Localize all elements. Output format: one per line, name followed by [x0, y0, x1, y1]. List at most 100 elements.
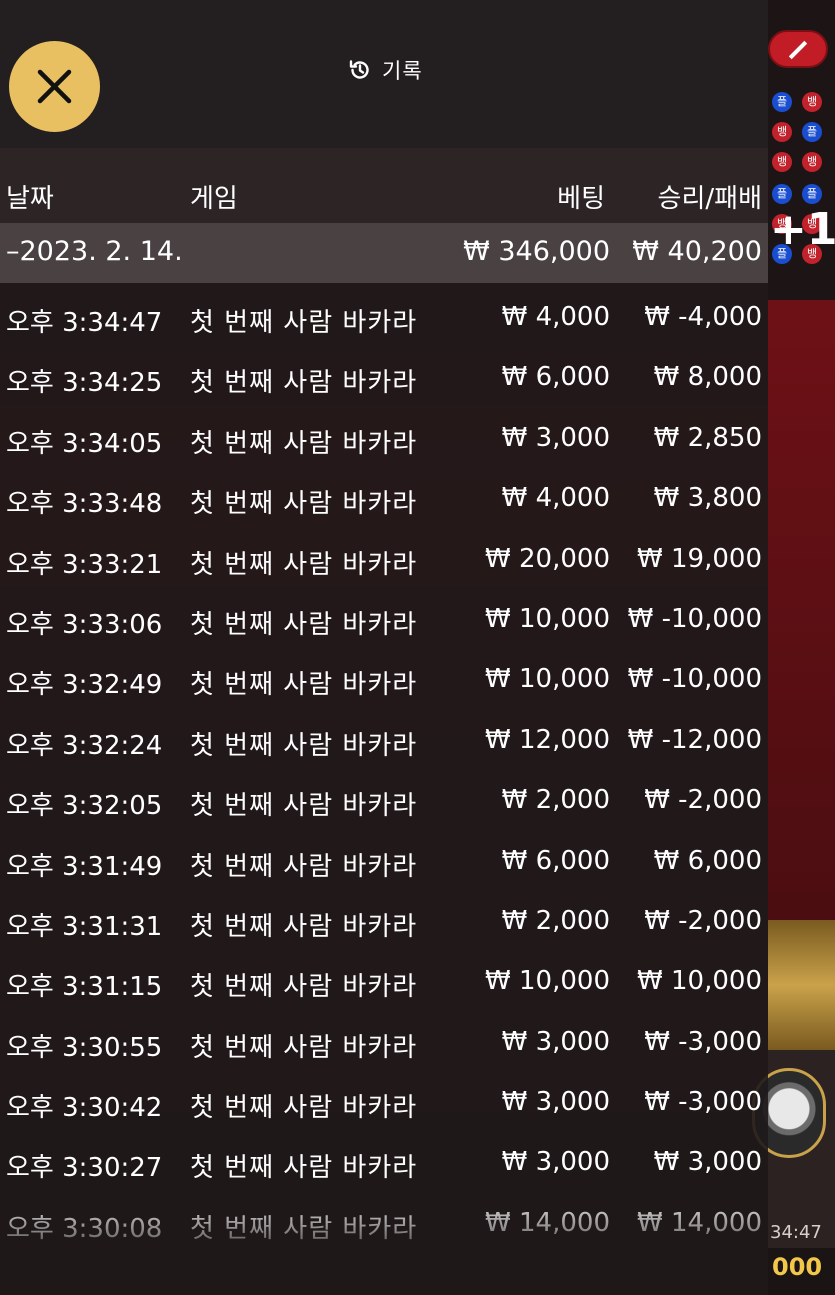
row-time: 오후 3:32:05	[6, 791, 163, 822]
table-row[interactable]: 오후 3:34:47 첫 번째 사람 바카라 ₩ 4,000 ₩ -4,000	[0, 289, 768, 349]
day-summary-win-loss: ₩ 40,200	[632, 236, 762, 267]
bead-road-dot: 플	[772, 184, 792, 204]
row-game: 첫 번째 사람 바카라	[190, 368, 418, 399]
row-time: 오후 3:33:21	[6, 549, 163, 580]
bead-road-dot: 뱅	[772, 122, 792, 142]
row-game: 첫 번째 사람 바카라	[190, 308, 418, 338]
game-clock: 34:47	[770, 1222, 822, 1243]
row-bet: ₩ 12,000	[485, 724, 610, 755]
table-row[interactable]: 오후 3:32:49 첫 번째 사람 바카라 ₩ 10,000 ₩ -10,000	[0, 651, 768, 711]
row-win-loss: ₩ -4,000	[644, 302, 762, 332]
row-win-loss: ₩ -10,000	[627, 603, 762, 634]
row-win-loss: ₩ 19,000	[637, 543, 762, 574]
row-time: 오후 3:32:24	[6, 730, 163, 761]
table-row[interactable]: 오후 3:33:21 첫 번째 사람 바카라 ₩ 20,000 ₩ 19,000	[0, 531, 768, 591]
row-game: 첫 번째 사람 바카라	[190, 791, 418, 822]
row-time: 오후 3:34:25	[6, 368, 163, 399]
history-title: 기록	[382, 59, 423, 83]
row-bet: ₩ 6,000	[501, 845, 610, 876]
row-game: 첫 번째 사람 바카라	[190, 549, 418, 580]
game-table-rail	[768, 920, 835, 1050]
day-summary-bet: ₩ 346,000	[463, 236, 610, 267]
row-bet: ₩ 4,000	[501, 483, 610, 514]
history-panel: 기록 날짜 게임 베팅 승리/패배 –2023. 2. 14. ₩ 346,00…	[0, 0, 768, 1295]
close-button[interactable]	[9, 41, 100, 132]
row-game: 첫 번째 사람 바카라	[190, 972, 418, 1003]
table-row[interactable]: 오후 3:32:24 첫 번째 사람 바카라 ₩ 12,000 ₩ -12,000	[0, 712, 768, 772]
row-time: 오후 3:30:08	[6, 1213, 163, 1244]
row-win-loss: ₩ -12,000	[627, 724, 762, 755]
row-bet: ₩ 3,000	[501, 1147, 610, 1178]
row-win-loss: ₩ -3,000	[644, 1026, 762, 1057]
history-list[interactable]: 오후 3:34:47 첫 번째 사람 바카라 ₩ 4,000 ₩ -4,000 오후 3…	[0, 289, 768, 1255]
bead-road-dot: 플	[802, 184, 822, 204]
row-game: 첫 번째 사람 바카라	[190, 851, 418, 882]
row-win-loss: ₩ 3,000	[653, 1147, 762, 1178]
row-game: 첫 번째 사람 바카라	[190, 1032, 418, 1063]
plus-badge: +1	[770, 204, 835, 255]
column-header-game: 게임	[190, 184, 238, 214]
table-row[interactable]: 오후 3:30:27 첫 번째 사람 바카라 ₩ 3,000 ₩ 3,000	[0, 1134, 768, 1194]
row-win-loss: ₩ -2,000	[644, 905, 762, 936]
row-time: 오후 3:30:55	[6, 1032, 163, 1063]
history-clock-icon	[349, 60, 369, 79]
red-toggle-button[interactable]	[768, 30, 828, 68]
bead-road-dot: 뱅	[772, 152, 792, 172]
column-header-date: 날짜	[6, 184, 54, 214]
table-header: 날짜 게임 베팅 승리/패배	[0, 148, 768, 223]
row-game: 첫 번째 사람 바카라	[190, 730, 418, 761]
bead-road-dot: 플	[802, 122, 822, 142]
row-game: 첫 번째 사람 바카라	[190, 1153, 418, 1184]
table-row[interactable]: 오후 3:31:49 첫 번째 사람 바카라 ₩ 6,000 ₩ 6,000	[0, 833, 768, 893]
row-bet: ₩ 6,000	[501, 362, 610, 393]
row-win-loss: ₩ -2,000	[644, 785, 762, 816]
row-time: 오후 3:30:27	[6, 1153, 163, 1184]
row-bet: ₩ 10,000	[485, 966, 610, 997]
row-time: 오후 3:34:05	[6, 428, 163, 459]
row-bet: ₩ 2,000	[501, 785, 610, 816]
row-time: 오후 3:31:31	[6, 911, 163, 942]
table-row[interactable]: 오후 3:30:42 첫 번째 사람 바카라 ₩ 3,000 ₩ -3,000	[0, 1074, 768, 1134]
table-row[interactable]: 오후 3:30:08 첫 번째 사람 바카라 ₩ 14,000 ₩ 14,000	[0, 1195, 768, 1255]
balance-display: 000	[768, 1248, 835, 1295]
table-row[interactable]: 오후 3:31:15 첫 번째 사람 바카라 ₩ 10,000 ₩ 10,000	[0, 953, 768, 1013]
page-title: 기록	[348, 55, 423, 85]
row-bet: ₩ 14,000	[485, 1207, 610, 1238]
row-win-loss: ₩ 8,000	[653, 362, 762, 393]
row-time: 오후 3:32:49	[6, 670, 163, 701]
column-header-bet: 베팅	[557, 184, 605, 214]
bead-road-dot: 플	[772, 92, 792, 112]
table-row[interactable]: 오후 3:31:31 첫 번째 사람 바카라 ₩ 2,000 ₩ -2,000	[0, 893, 768, 953]
history-header: 기록	[0, 0, 768, 148]
row-game: 첫 번째 사람 바카라	[190, 911, 418, 942]
table-row[interactable]: 오후 3:34:25 첫 번째 사람 바카라 ₩ 6,000 ₩ 8,000	[0, 349, 768, 409]
row-win-loss: ₩ 14,000	[637, 1207, 762, 1238]
table-row[interactable]: 오후 3:33:06 첫 번째 사람 바카라 ₩ 10,000 ₩ -10,000	[0, 591, 768, 651]
row-game: 첫 번째 사람 바카라	[190, 489, 418, 520]
row-time: 오후 3:33:48	[6, 489, 163, 520]
table-row[interactable]: 오후 3:32:05 첫 번째 사람 바카라 ₩ 2,000 ₩ -2,000	[0, 772, 768, 832]
bead-road-dot: 뱅	[802, 152, 822, 172]
column-header-win-loss: 승리/패배	[657, 184, 762, 214]
row-time: 오후 3:33:06	[6, 609, 163, 640]
row-bet: ₩ 3,000	[501, 1026, 610, 1057]
game-table-felt	[768, 300, 835, 920]
row-bet: ₩ 10,000	[485, 664, 610, 695]
row-time: 오후 3:31:49	[6, 851, 163, 882]
bead-road-dot: 뱅	[802, 92, 822, 112]
row-win-loss: ₩ -10,000	[627, 664, 762, 695]
row-bet: ₩ 10,000	[485, 603, 610, 634]
row-time: 오후 3:30:42	[6, 1093, 163, 1124]
close-icon	[37, 69, 72, 104]
row-win-loss: ₩ 2,850	[653, 422, 762, 453]
day-summary-row[interactable]: –2023. 2. 14. ₩ 346,000 ₩ 40,200	[0, 223, 768, 283]
row-game: 첫 번째 사람 바카라	[190, 428, 418, 459]
row-game: 첫 번째 사람 바카라	[190, 670, 418, 701]
row-bet: ₩ 20,000	[485, 543, 610, 574]
table-row[interactable]: 오후 3:33:48 첫 번째 사람 바카라 ₩ 4,000 ₩ 3,800	[0, 470, 768, 530]
table-row[interactable]: 오후 3:30:55 첫 번째 사람 바카라 ₩ 3,000 ₩ -3,000	[0, 1014, 768, 1074]
table-row[interactable]: 오후 3:34:05 첫 번째 사람 바카라 ₩ 3,000 ₩ 2,850	[0, 410, 768, 470]
row-time: 오후 3:34:47	[6, 308, 163, 338]
row-bet: ₩ 4,000	[501, 302, 610, 332]
row-game: 첫 번째 사람 바카라	[190, 1093, 418, 1124]
